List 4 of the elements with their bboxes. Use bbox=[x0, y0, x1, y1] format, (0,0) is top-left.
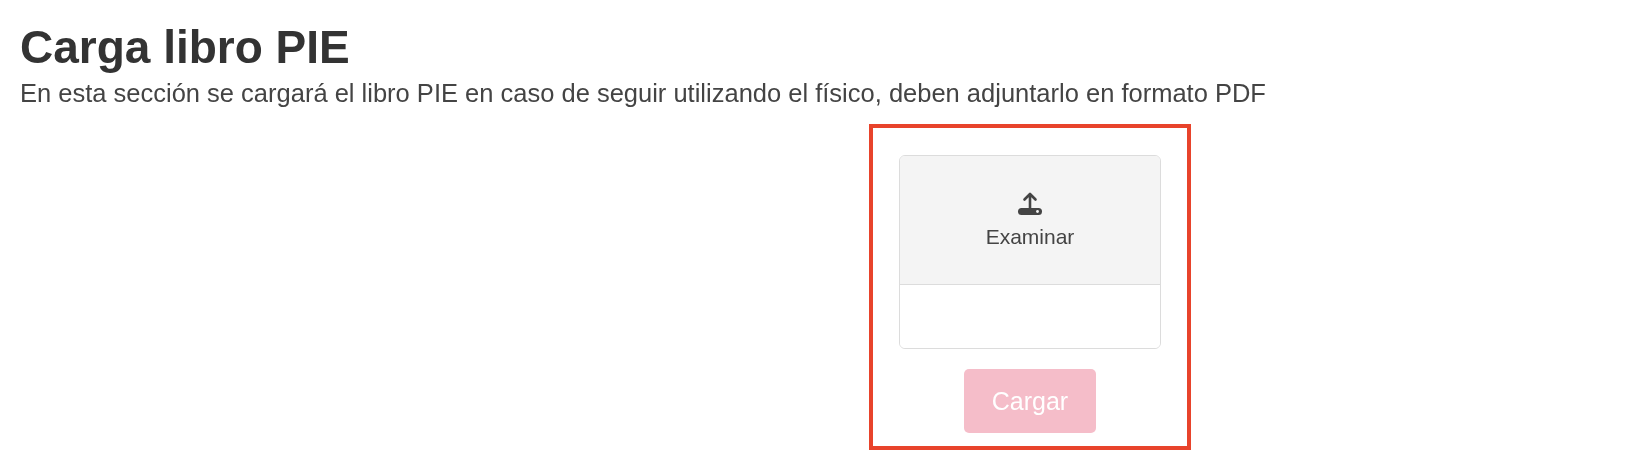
upload-icon bbox=[1017, 191, 1043, 217]
page-description: En esta sección se cargará el libro PIE en caso de seguir utilizando el físico, deben adjuntarlo en formato PDF bbox=[20, 78, 1267, 109]
browse-button[interactable]: Examinar bbox=[900, 156, 1160, 285]
page-title: Carga libro PIE bbox=[20, 20, 351, 74]
